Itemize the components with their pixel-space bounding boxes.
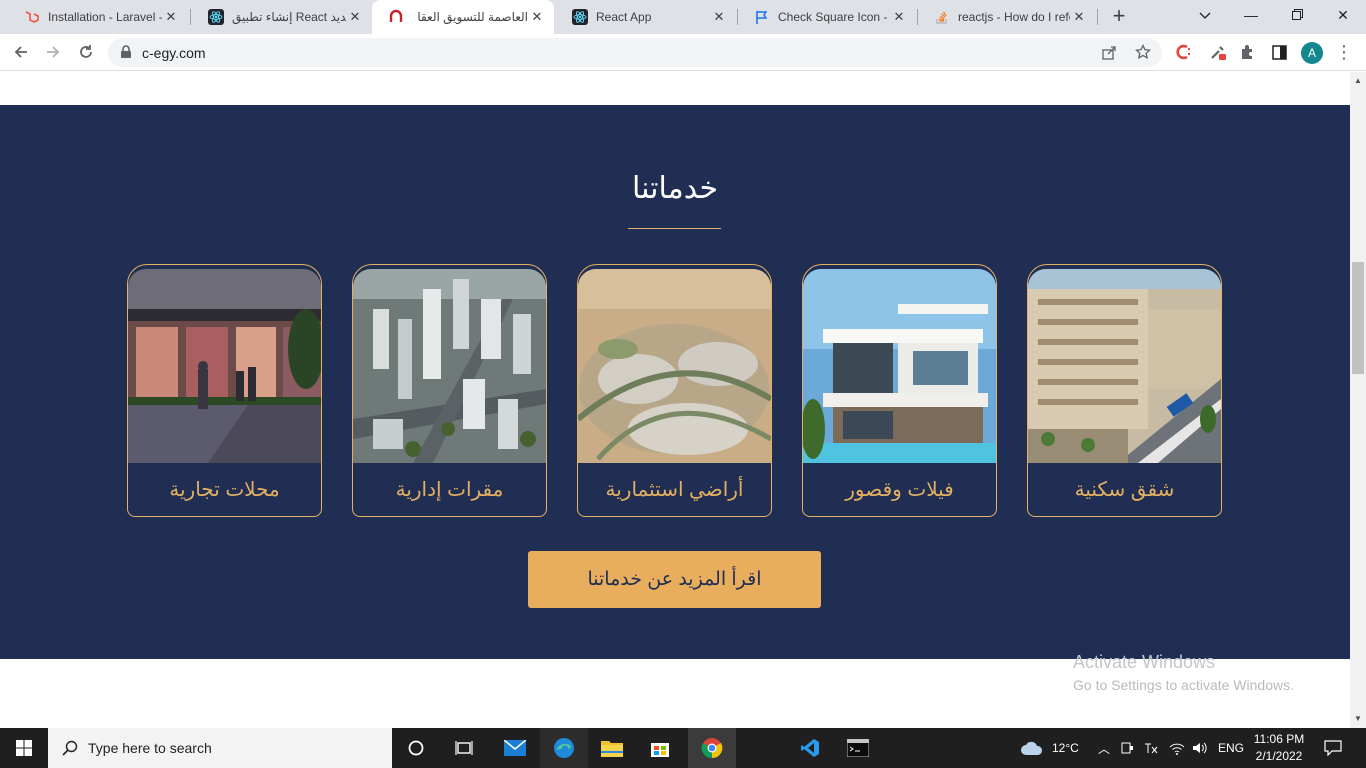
weather-temp: 12°C — [1052, 741, 1079, 755]
close-tab-icon[interactable]: ✕ — [528, 9, 546, 25]
taskbar-search-box[interactable]: Type here to search — [48, 728, 392, 768]
search-placeholder: Type here to search — [88, 740, 212, 756]
bookmark-star-icon[interactable] — [1134, 43, 1152, 65]
service-card-land[interactable]: أراضي استثمارية — [577, 264, 772, 517]
card-label: أراضي استثمارية — [605, 479, 744, 501]
task-view-icon[interactable] — [440, 728, 488, 768]
mail-icon[interactable] — [491, 728, 539, 768]
url-text[interactable]: c-egy.com — [142, 45, 206, 61]
close-tab-icon[interactable]: ✕ — [346, 9, 364, 25]
flag-icon — [754, 9, 770, 25]
villa-pool-image — [803, 269, 996, 463]
tab-laravel[interactable]: Installation - Laravel - ✕ — [8, 0, 188, 34]
activate-windows-hint: Go to Settings to activate Windows. — [1073, 677, 1294, 693]
scroll-up-arrow-icon[interactable]: ▲ — [1354, 76, 1362, 85]
profile-avatar[interactable]: A — [1301, 42, 1323, 64]
browser-tab-bar: Installation - Laravel - ✕ إنشاء تطبيق R… — [0, 0, 1366, 34]
react-icon — [208, 9, 224, 25]
clock-date: 2/1/2022 — [1255, 749, 1303, 763]
taskbar-clock[interactable]: 11:06 PM 2/1/2022 — [1240, 731, 1318, 765]
services-section: خدماتنا محلات تجارية مقرات إدارية أراضي … — [0, 105, 1350, 659]
tab-title: العاصمة للتسويق العقا — [417, 10, 528, 24]
new-tab-button[interactable]: + — [1108, 5, 1130, 27]
tray-device-icon[interactable] — [1120, 728, 1134, 768]
close-window-button[interactable]: ✕ — [1320, 0, 1366, 30]
store-icon[interactable] — [636, 728, 684, 768]
windows-taskbar: Type here to search 12°C ︿ ENG 11:06 PM … — [0, 728, 1366, 768]
edge-browser-icon[interactable] — [540, 728, 588, 768]
volume-icon[interactable] — [1192, 728, 1208, 768]
clock-time: 11:06 PM — [1253, 732, 1305, 746]
storefront-image — [128, 269, 321, 463]
tab-react-create[interactable]: إنشاء تطبيق React جديد ✕ — [192, 0, 372, 34]
service-card-shops[interactable]: محلات تجارية — [127, 264, 322, 517]
laravel-icon — [24, 9, 40, 25]
tab-check-square[interactable]: Check Square Icon - R ✕ — [738, 0, 916, 34]
weather-widget[interactable]: 12°C — [1020, 728, 1079, 768]
terminal-icon[interactable] — [834, 728, 882, 768]
read-more-services-button[interactable]: اقرأ المزيد عن خدماتنا — [528, 551, 821, 608]
file-explorer-icon[interactable] — [588, 728, 636, 768]
card-label: محلات تجارية — [169, 479, 280, 501]
vscode-icon[interactable] — [786, 728, 834, 768]
close-tab-icon[interactable]: ✕ — [1070, 9, 1088, 25]
minimize-button[interactable]: — — [1228, 0, 1274, 30]
close-tab-icon[interactable]: ✕ — [890, 9, 908, 25]
stackoverflow-icon — [934, 9, 950, 25]
ime-icon[interactable] — [1143, 728, 1159, 768]
close-tab-icon[interactable]: ✕ — [710, 9, 728, 25]
services-title: خدماتنا — [631, 172, 719, 205]
close-tab-icon[interactable]: ✕ — [162, 9, 180, 25]
card-label: فيلات وقصور — [845, 479, 954, 501]
tray-up-chevron-icon[interactable]: ︿ — [1098, 728, 1110, 768]
page-scrollbar[interactable]: ▲ ▼ — [1350, 72, 1366, 728]
service-card-villas[interactable]: فيلات وقصور — [802, 264, 997, 517]
share-icon[interactable] — [1102, 45, 1117, 65]
cloud-icon — [1021, 741, 1043, 755]
search-icon — [62, 740, 78, 759]
land-aerial-image — [578, 269, 771, 463]
page-viewport: خدماتنا محلات تجارية مقرات إدارية أراضي … — [0, 72, 1350, 728]
service-card-apartments[interactable]: شقق سكنية — [1027, 264, 1222, 517]
reload-icon[interactable] — [73, 39, 99, 65]
tab-title: React App — [596, 10, 652, 24]
scroll-down-arrow-icon[interactable]: ▼ — [1354, 714, 1362, 723]
service-card-offices[interactable]: مقرات إدارية — [352, 264, 547, 517]
title-underline — [628, 228, 721, 229]
card-label: شقق سكنية — [1074, 479, 1175, 501]
apartments-image — [1028, 269, 1221, 463]
activate-windows-watermark: Activate Windows — [1073, 652, 1216, 672]
react-icon — [572, 9, 588, 25]
extensions-puzzle-icon[interactable] — [1235, 39, 1261, 65]
scrollbar-thumb[interactable] — [1352, 262, 1364, 374]
browser-toolbar: c-egy.com A ⋮ — [0, 34, 1366, 71]
chrome-icon[interactable] — [688, 728, 736, 768]
tab-search-chevron-icon[interactable] — [1182, 0, 1228, 30]
restore-button[interactable] — [1274, 0, 1320, 30]
tab-title: Installation - Laravel - — [48, 10, 162, 24]
wifi-icon[interactable] — [1169, 728, 1185, 768]
eyedropper-extension-icon[interactable] — [1205, 39, 1231, 65]
side-panel-icon[interactable] — [1266, 39, 1292, 65]
card-label: مقرات إدارية — [395, 479, 504, 501]
omega-icon — [388, 9, 404, 25]
forward-arrow-icon[interactable] — [40, 39, 66, 65]
tab-capital-marketing[interactable]: العاصمة للتسويق العقا ✕ — [372, 0, 554, 34]
tab-title: Check Square Icon - R — [778, 10, 890, 24]
lock-icon[interactable] — [120, 45, 132, 64]
tab-stackoverflow[interactable]: reactjs - How do I refe ✕ — [918, 0, 1096, 34]
kebab-menu-icon[interactable]: ⋮ — [1331, 39, 1357, 65]
tab-title: reactjs - How do I refe — [958, 10, 1070, 24]
back-arrow-icon[interactable] — [8, 39, 34, 65]
extension-c-icon[interactable] — [1171, 39, 1197, 65]
tab-title: إنشاء تطبيق React جديد — [232, 10, 346, 24]
notifications-icon[interactable] — [1324, 728, 1342, 768]
city-towers-image — [353, 269, 546, 463]
windows-start-icon[interactable] — [0, 728, 48, 768]
address-bar[interactable]: c-egy.com — [108, 38, 1162, 67]
tab-react-app[interactable]: React App ✕ — [556, 0, 736, 34]
cortana-circle-icon[interactable] — [392, 728, 440, 768]
